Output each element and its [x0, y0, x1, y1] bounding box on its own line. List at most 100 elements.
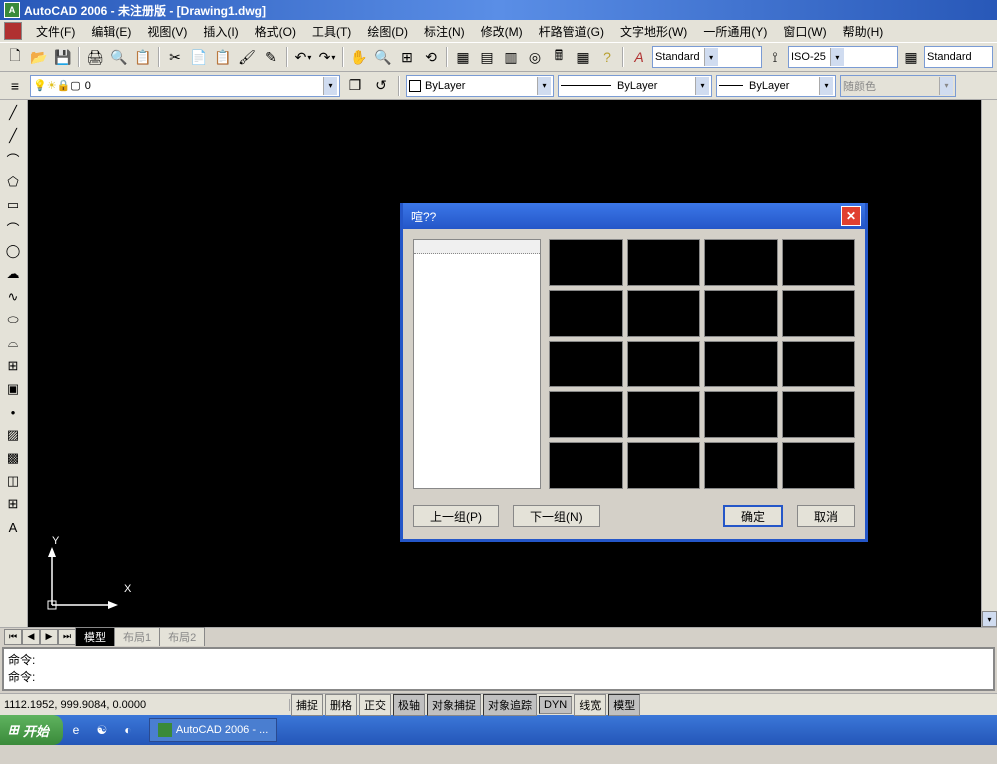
help-icon[interactable]: ?	[596, 46, 618, 68]
linetype-dropdown[interactable]: ByLayer ▾	[558, 75, 712, 97]
table-icon[interactable]: ⊞	[2, 493, 24, 515]
xline-icon[interactable]: ╱	[2, 125, 24, 147]
pline-icon[interactable]: ⌒	[2, 148, 24, 170]
publish-icon[interactable]: 📋	[132, 46, 154, 68]
menu-window[interactable]: 窗口(W)	[775, 21, 834, 42]
cut-icon[interactable]: ✂	[164, 46, 186, 68]
tab-nav-first-icon[interactable]: ⏮	[4, 629, 22, 645]
polar-toggle[interactable]: 极轴	[393, 694, 425, 716]
layer-manager-icon[interactable]: ≡	[4, 75, 26, 97]
menu-tools[interactable]: 工具(T)	[304, 21, 359, 42]
arc-icon[interactable]: ⌒	[2, 217, 24, 239]
menu-modify[interactable]: 修改(M)	[473, 21, 531, 42]
grid-cell[interactable]	[627, 442, 701, 489]
grid-cell[interactable]	[627, 239, 701, 286]
tab-layout2[interactable]: 布局2	[159, 627, 205, 646]
text-style-icon[interactable]: A	[628, 46, 650, 68]
start-button[interactable]: ⊞ 开始	[0, 715, 63, 745]
dyn-toggle[interactable]: DYN	[539, 696, 572, 714]
spline-icon[interactable]: ∿	[2, 286, 24, 308]
circle-icon[interactable]: ◯	[2, 240, 24, 262]
zoom-rt-icon[interactable]: 🔍	[372, 46, 394, 68]
prev-group-button[interactable]: 上一组(P)	[413, 505, 499, 527]
zoom-win-icon[interactable]: ⊞	[396, 46, 418, 68]
close-icon[interactable]: ✕	[841, 206, 861, 226]
model-toggle[interactable]: 模型	[608, 694, 640, 716]
layers-icon[interactable]: ❐	[344, 75, 366, 97]
table2-icon[interactable]: ▦	[572, 46, 594, 68]
tab-nav-prev-icon[interactable]: ◀	[22, 629, 40, 645]
dim-style-icon[interactable]: ⟟	[764, 46, 786, 68]
redo-icon[interactable]: ↷▾	[316, 46, 338, 68]
text-style-dropdown[interactable]: Standard ▾	[652, 46, 762, 68]
pan-icon[interactable]: ✋	[348, 46, 370, 68]
layer-dropdown[interactable]: 💡 ☀ 🔒 ▢ 0 ▾	[30, 75, 340, 97]
task-autocad[interactable]: AutoCAD 2006 - ...	[149, 718, 277, 742]
command-line[interactable]: 命令: 命令:	[2, 647, 995, 691]
menu-help[interactable]: 帮助(H)	[835, 21, 892, 42]
preview-icon[interactable]: 🔍	[108, 46, 130, 68]
menu-file[interactable]: 文件(F)	[28, 21, 83, 42]
ellipse-arc-icon[interactable]: ⌓	[2, 332, 24, 354]
grid-cell[interactable]	[704, 391, 778, 438]
zoom-prev-icon[interactable]: ⟲	[420, 46, 442, 68]
save-icon[interactable]: 💾	[52, 46, 74, 68]
snap-toggle[interactable]: 捕捉	[291, 694, 323, 716]
scroll-down-icon[interactable]: ▾	[982, 611, 997, 627]
grid-toggle[interactable]: 删格	[325, 694, 357, 716]
scrollbar-vertical[interactable]: ▾	[981, 100, 997, 627]
menu-dimension[interactable]: 标注(N)	[416, 21, 473, 42]
otrack-toggle[interactable]: 对象追踪	[483, 694, 537, 716]
grid-cell[interactable]	[627, 391, 701, 438]
tool-palette-icon[interactable]: ▤	[476, 46, 498, 68]
grid-cell[interactable]	[782, 290, 856, 337]
grid-cell[interactable]	[549, 391, 623, 438]
grid-cell[interactable]	[549, 290, 623, 337]
grid-cell[interactable]	[782, 391, 856, 438]
tab-nav-next-icon[interactable]: ▶	[40, 629, 58, 645]
menu-edit[interactable]: 编辑(E)	[83, 21, 139, 42]
grid-cell[interactable]	[549, 239, 623, 286]
tray-icon[interactable]: ◐	[118, 720, 138, 740]
open-icon[interactable]: 📂	[28, 46, 50, 68]
menu-text-terrain[interactable]: 文字地形(W)	[612, 21, 695, 42]
ok-button[interactable]: 确定	[723, 505, 783, 527]
grid-cell[interactable]	[704, 290, 778, 337]
ie-icon[interactable]: e	[66, 720, 86, 740]
undo-icon[interactable]: ↶▾	[292, 46, 314, 68]
insert-block-icon[interactable]: ⊞	[2, 355, 24, 377]
print-icon[interactable]: 🖨	[84, 46, 106, 68]
sheet-icon[interactable]: ▥	[500, 46, 522, 68]
polygon-icon[interactable]: ⬠	[2, 171, 24, 193]
menu-common[interactable]: 一所通用(Y)	[695, 21, 775, 42]
msn-icon[interactable]: ☯	[92, 720, 112, 740]
next-group-button[interactable]: 下一组(N)	[513, 505, 600, 527]
table-style-dropdown[interactable]: Standard	[924, 46, 993, 68]
match-icon[interactable]: 🖌	[236, 46, 258, 68]
paint-icon[interactable]: ✎	[260, 46, 282, 68]
dialog-title-bar[interactable]: 喧?? ✕	[403, 203, 865, 229]
point-icon[interactable]: •	[2, 401, 24, 423]
menu-draw[interactable]: 绘图(D)	[359, 21, 416, 42]
osnap-toggle[interactable]: 对象捕捉	[427, 694, 481, 716]
rectangle-icon[interactable]: ▭	[2, 194, 24, 216]
lineweight-dropdown[interactable]: ByLayer ▾	[716, 75, 836, 97]
table-style-icon[interactable]: ▦	[900, 46, 922, 68]
mtext-icon[interactable]: A	[2, 516, 24, 538]
menu-view[interactable]: 视图(V)	[139, 21, 195, 42]
tab-layout1[interactable]: 布局1	[114, 627, 160, 646]
hatch-icon[interactable]: ▨	[2, 424, 24, 446]
region-icon[interactable]: ◫	[2, 470, 24, 492]
dialog-listbox[interactable]	[413, 239, 541, 489]
layer-prev-icon[interactable]: ↺	[370, 75, 392, 97]
grid-cell[interactable]	[782, 341, 856, 388]
menu-pole[interactable]: 杆路管道(G)	[531, 21, 612, 42]
tab-nav-last-icon[interactable]: ⏭	[58, 629, 76, 645]
markup-icon[interactable]: ◎	[524, 46, 546, 68]
cancel-button[interactable]: 取消	[797, 505, 855, 527]
ws-icon[interactable]: ▦	[452, 46, 474, 68]
app-menu-icon[interactable]	[4, 22, 22, 40]
menu-insert[interactable]: 插入(I)	[195, 21, 246, 42]
revcloud-icon[interactable]: ☁	[2, 263, 24, 285]
paste-icon[interactable]: 📋	[212, 46, 234, 68]
